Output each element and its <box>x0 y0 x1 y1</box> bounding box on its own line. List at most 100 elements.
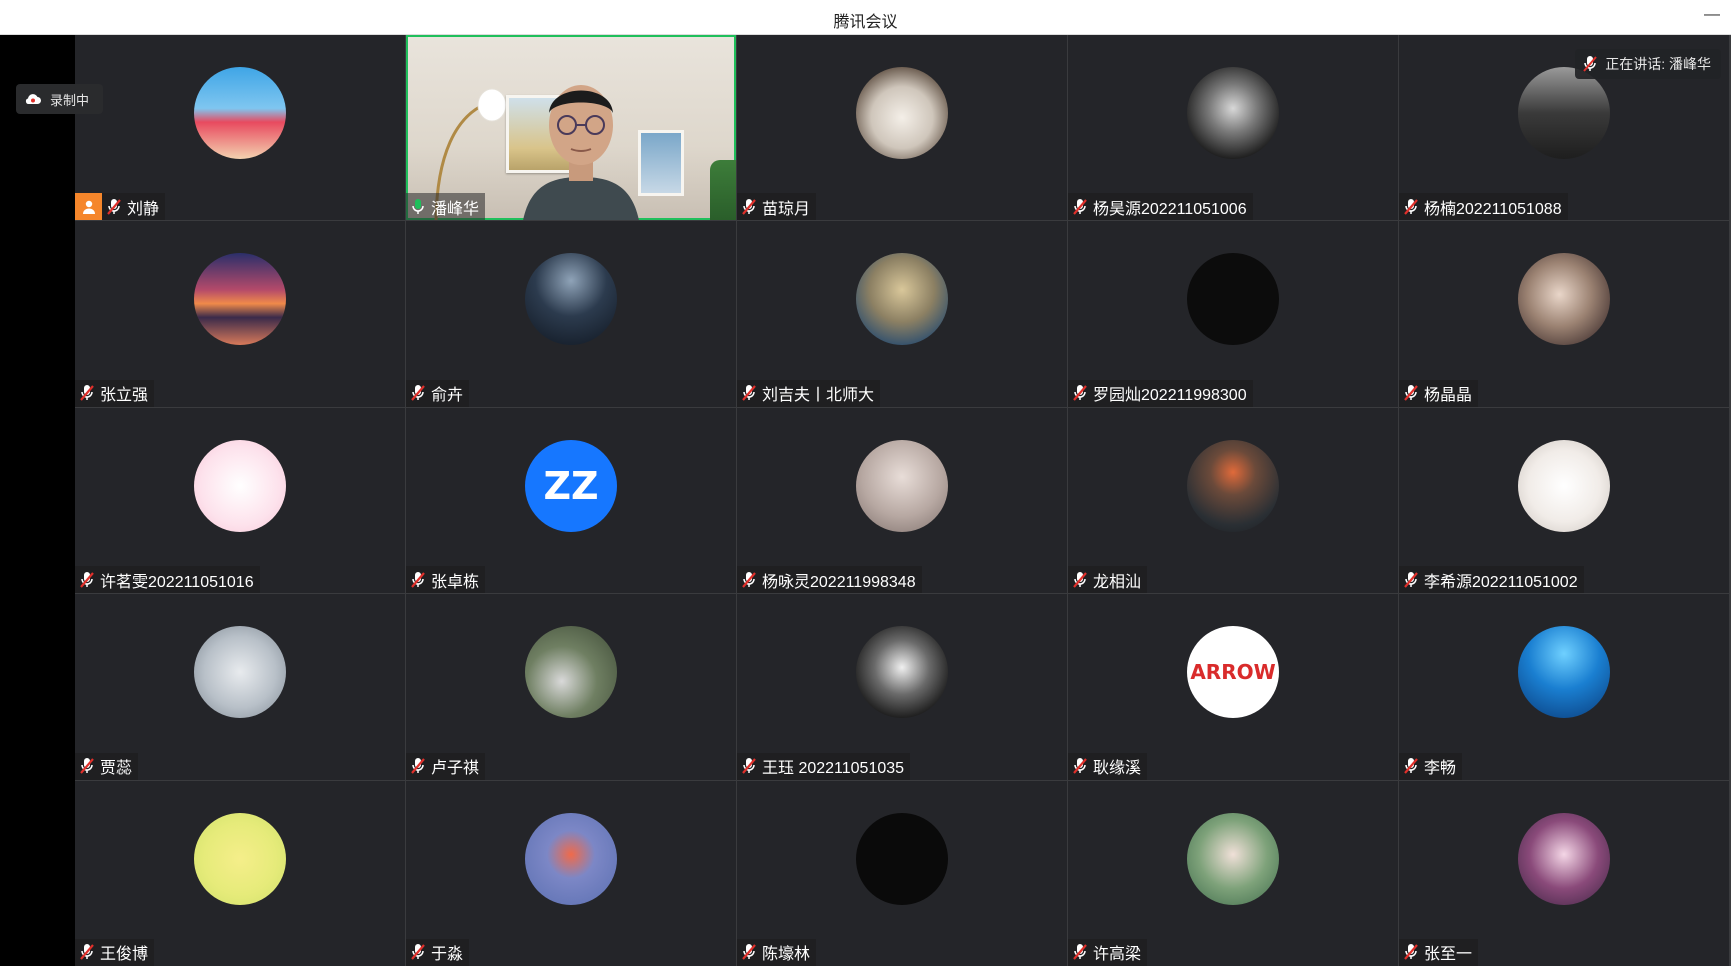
participant-name: 于淼 <box>431 946 464 964</box>
plant <box>710 160 736 221</box>
title-bar: 腾讯会议 — <box>0 0 1731 35</box>
participant-name: 龙相汕 <box>1093 573 1142 591</box>
participant-tile[interactable]: 许高梁 <box>1068 780 1398 966</box>
mic-muted-icon <box>1404 571 1418 588</box>
panda-avatar-icon <box>525 626 617 719</box>
straw-hat-avatar-icon <box>856 253 948 346</box>
participant-name: 张立强 <box>100 387 149 405</box>
participant-nameplate: 于淼 <box>406 938 470 966</box>
mic-muted-icon <box>80 758 94 774</box>
participant-tile[interactable]: 俞卉 <box>406 221 736 407</box>
anime-schoolgirl-avatar-icon <box>1187 812 1279 905</box>
participant-tile[interactable]: 苗琼月 <box>737 35 1067 221</box>
mic-muted-icon <box>411 758 425 774</box>
dog-avatar-icon <box>856 67 948 159</box>
participant-name-box: 耿缘溪 <box>1068 752 1148 780</box>
participant-name: 张卓栋 <box>431 573 480 591</box>
avatar-text: ARROW <box>1190 660 1276 685</box>
participant-nameplate: 陈壕林 <box>737 938 817 966</box>
cat-girl-avatar-icon <box>1518 253 1610 346</box>
participant-tile[interactable]: 卢子祺 <box>406 594 736 780</box>
participant-tile[interactable]: 陈壕林 <box>737 780 1067 966</box>
participant-tile-video[interactable]: 潘峰华 <box>406 35 736 221</box>
mic-muted-icon <box>742 571 756 588</box>
mic-muted-icon <box>742 944 756 961</box>
participant-nameplate: 张卓栋 <box>406 566 486 594</box>
leaf-avatar-icon <box>194 812 286 905</box>
mic-muted-icon <box>742 758 756 774</box>
cloud-avatar-icon <box>525 812 617 905</box>
participant-name: 杨昊源202211051006 <box>1093 200 1247 218</box>
recording-status[interactable]: 录制中 <box>16 84 104 114</box>
participant-tile[interactable]: ARROW 耿缘溪 <box>1068 594 1398 780</box>
participant-name: 李希源202211051002 <box>1424 573 1578 591</box>
participant-name: 张至一 <box>1424 946 1473 964</box>
participant-tile[interactable]: 王珏 202211051035 <box>737 594 1067 780</box>
participant-tile[interactable]: 刘静 <box>75 35 405 221</box>
participant-name-box: 杨楠202211051088 <box>1399 193 1568 221</box>
left-margin <box>0 35 75 966</box>
participant-tile[interactable]: 刘吉夫丨北师大 <box>737 221 1067 407</box>
participant-nameplate: 许茗雯202211051016 <box>75 566 260 594</box>
participant-name-box: 李希源202211051002 <box>1399 566 1584 594</box>
participant-name-box: 刘静 <box>102 193 166 221</box>
participant-tile[interactable]: 李畅 <box>1399 594 1729 780</box>
participant-nameplate: 李畅 <box>1399 752 1463 780</box>
participant-name-box: 张至一 <box>1399 938 1479 966</box>
participant-tile[interactable]: 杨晶晶 <box>1399 221 1729 407</box>
penguin-avatar-icon <box>1518 439 1610 532</box>
participant-tile[interactable]: 许茗雯202211051016 <box>75 407 405 594</box>
mic-muted-icon <box>80 385 94 401</box>
mic-muted-icon <box>742 198 756 215</box>
participant-tile[interactable]: 杨咏灵202211998348 <box>737 407 1067 594</box>
window-title: 腾讯会议 <box>833 14 898 31</box>
participant-tile[interactable]: 李希源202211051002 <box>1399 407 1729 594</box>
participant-tile[interactable]: 罗园灿202211998300 <box>1068 221 1398 407</box>
participant-nameplate: 王珏 202211051035 <box>737 752 911 780</box>
participant-tile[interactable]: 杨昊源202211051006 <box>1068 35 1398 221</box>
participant-name: 贾蕊 <box>100 760 133 778</box>
mic-muted-icon <box>742 385 756 401</box>
participant-tile[interactable]: 王俊博 <box>75 780 405 966</box>
participant-tile[interactable]: 贾蕊 <box>75 594 405 780</box>
participant-tile[interactable]: ZZ 张卓栋 <box>406 407 736 594</box>
participant-nameplate: 杨楠202211051088 <box>1399 193 1568 221</box>
participant-name-box: 许高梁 <box>1068 938 1148 966</box>
participant-name-box: 俞卉 <box>406 379 470 407</box>
participant-name-box: 王俊博 <box>75 938 155 966</box>
participant-name: 俞卉 <box>431 387 464 405</box>
participant-name-box: 杨咏灵202211998348 <box>737 566 922 594</box>
participant-tile[interactable]: 龙相汕 <box>1068 407 1398 594</box>
hat-man-avatar-icon <box>856 812 948 905</box>
avatar-text: ZZ <box>543 463 599 508</box>
participant-name: 王珏 202211051035 <box>762 760 905 778</box>
participant-name-box: 张卓栋 <box>406 566 486 594</box>
cloud-record-icon <box>25 94 41 104</box>
participant-nameplate: 李希源202211051002 <box>1399 566 1584 594</box>
participant-name: 刘吉夫丨北师大 <box>762 387 875 405</box>
now-speaking-indicator: 正在讲话: 潘峰华 <box>1575 49 1721 79</box>
mic-muted-icon <box>1073 758 1087 774</box>
participant-tile[interactable]: 于淼 <box>406 780 736 966</box>
snow-avatar-icon <box>194 626 286 719</box>
participant-nameplate: 张至一 <box>1399 938 1479 966</box>
participant-name-box: 于淼 <box>406 938 470 966</box>
participant-tile[interactable]: 张立强 <box>75 221 405 407</box>
night-couple-avatar-icon <box>525 253 617 346</box>
participant-name-box: 陈壕林 <box>737 938 817 966</box>
mic-muted-icon <box>1073 571 1087 588</box>
mic-muted-icon <box>411 944 425 961</box>
minimize-button[interactable]: — <box>1699 2 1725 28</box>
speaker-video-feed <box>523 85 639 221</box>
photo-avatar-icon <box>194 67 286 159</box>
participant-nameplate: 刘静 <box>75 193 166 221</box>
anime-purple-avatar-icon <box>1518 812 1610 905</box>
host-badge-icon <box>75 193 102 221</box>
mic-muted-icon <box>1404 758 1418 774</box>
participant-name: 耿缘溪 <box>1093 760 1142 778</box>
mic-muted-icon <box>80 944 94 961</box>
participant-tile[interactable]: 张至一 <box>1399 780 1729 966</box>
mic-muted-icon <box>1073 944 1087 961</box>
participant-name-box: 杨晶晶 <box>1399 379 1479 407</box>
participant-nameplate: 卢子祺 <box>406 752 486 780</box>
